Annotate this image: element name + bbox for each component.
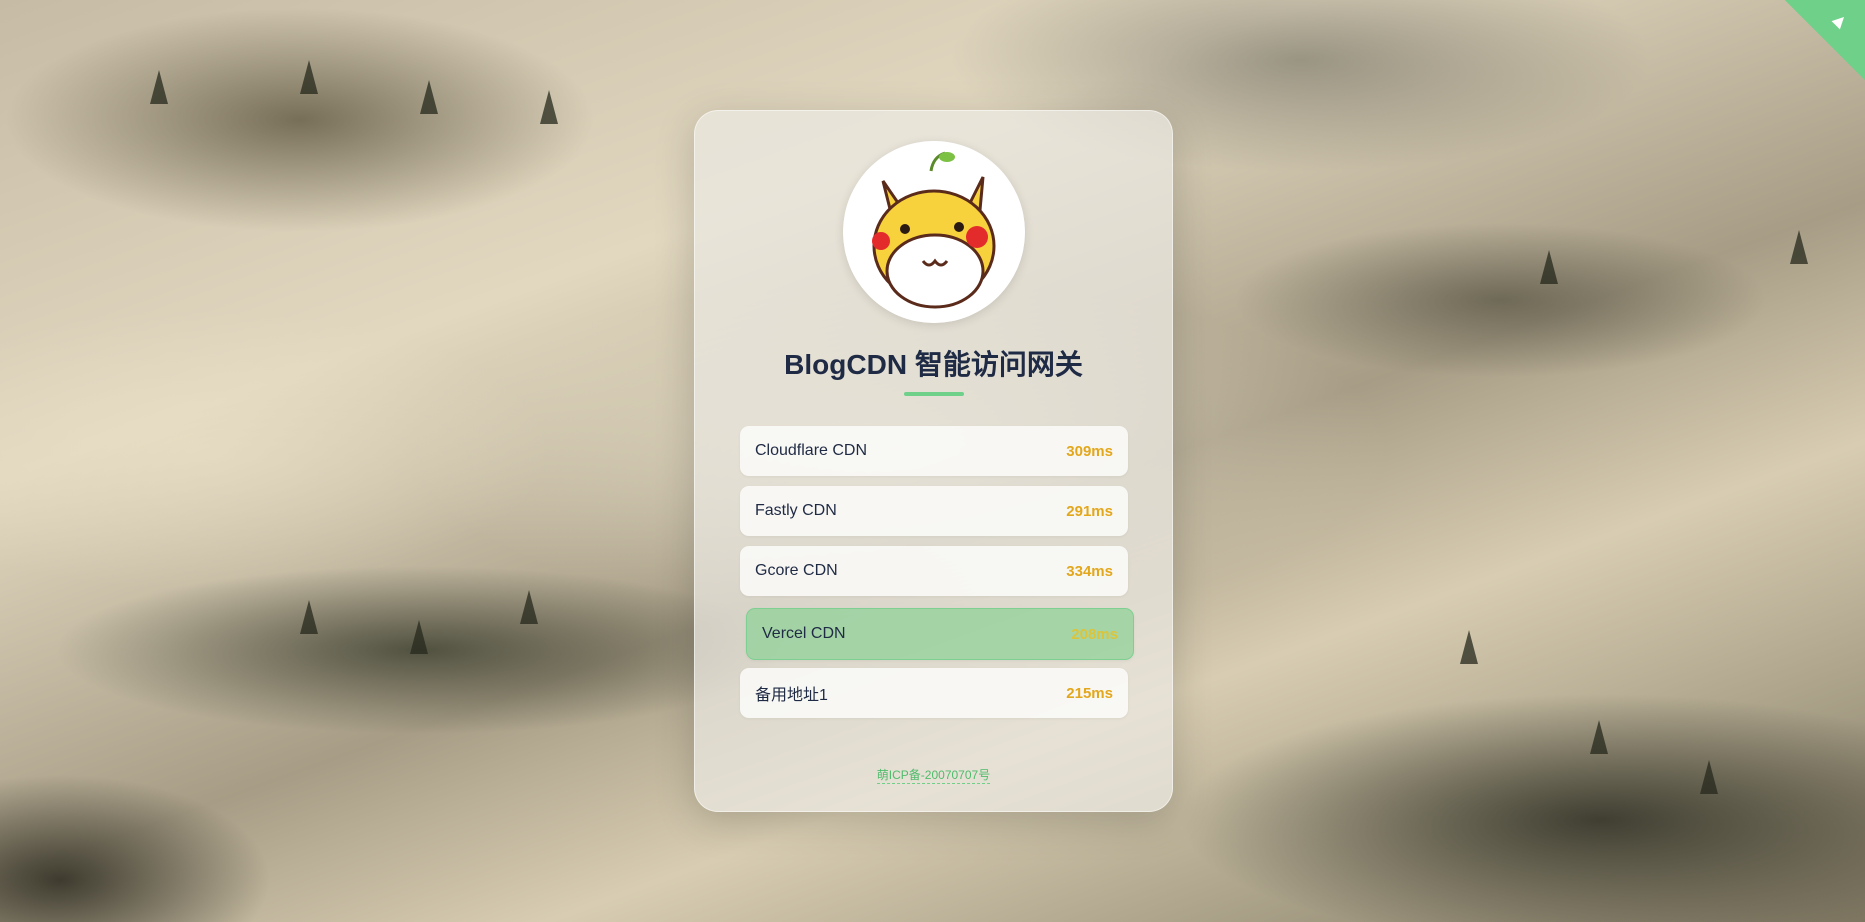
title-underline [904, 392, 964, 396]
cdn-latency: 334ms [1066, 562, 1113, 580]
icp-link[interactable]: 萌ICP备-20070707号 [876, 768, 991, 784]
github-octocat-icon: ▲ [1825, 6, 1855, 36]
tree [410, 620, 428, 654]
cdn-latency: 215ms [1066, 684, 1113, 702]
cdn-name: Vercel CDN [762, 625, 846, 642]
cdn-latency: 208ms [1071, 625, 1118, 643]
cdn-item-vercel[interactable]: Vercel CDN 208ms [746, 608, 1134, 660]
cdn-name: 备用地址1 [755, 687, 828, 704]
cdn-item-fastly[interactable]: Fastly CDN 291ms [740, 486, 1128, 536]
page-title: BlogCDN 智能访问网关 [784, 349, 1083, 380]
cdn-name: Cloudflare CDN [755, 442, 868, 459]
footer: 萌ICP备-20070707号 [695, 766, 1172, 784]
tree [540, 90, 558, 124]
github-corner-link[interactable]: ▲ [1785, 0, 1865, 80]
cdn-item-backup-1[interactable]: 备用地址1 215ms [740, 668, 1128, 718]
gateway-card: BlogCDN 智能访问网关 Cloudflare CDN 309ms Fast… [694, 110, 1173, 812]
pikachu-avatar-icon [843, 141, 1025, 323]
tree [1460, 630, 1478, 664]
tree [420, 80, 438, 114]
tree [520, 590, 538, 624]
cdn-item-gcore[interactable]: Gcore CDN 334ms [740, 546, 1128, 596]
tree [1790, 230, 1808, 264]
cdn-name: Fastly CDN [755, 502, 837, 519]
tree [1700, 760, 1718, 794]
tree [300, 60, 318, 94]
tree [300, 600, 318, 634]
cdn-item-cloudflare[interactable]: Cloudflare CDN 309ms [740, 426, 1128, 476]
avatar [843, 141, 1025, 323]
cdn-latency: 309ms [1066, 442, 1113, 460]
tree [1540, 250, 1558, 284]
cdn-node-list: Cloudflare CDN 309ms Fastly CDN 291ms Gc… [740, 426, 1134, 728]
cdn-name: Gcore CDN [755, 562, 838, 579]
tree [150, 70, 168, 104]
cdn-latency: 291ms [1066, 502, 1113, 520]
tree [1590, 720, 1608, 754]
